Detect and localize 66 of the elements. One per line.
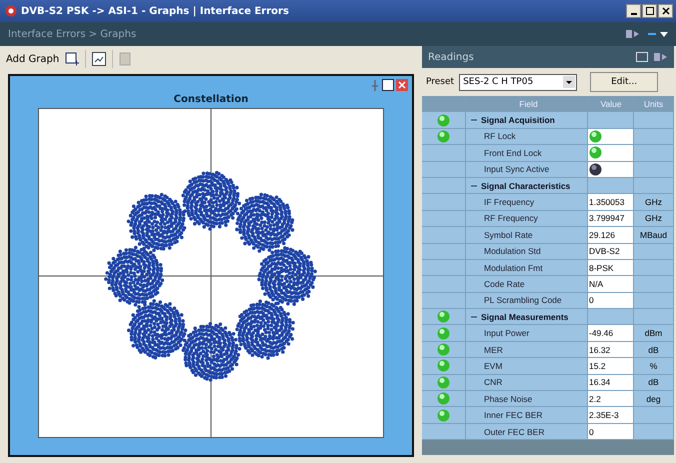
field-name: Code Rate [483,278,525,289]
preset-dropdown[interactable]: SES-2 C H TP05 [459,74,578,90]
close-icon [662,7,670,15]
value-cell: 0 [588,292,634,308]
value-cell: 15.2 [588,358,634,374]
edit-button[interactable]: Edit... [590,72,658,92]
units-cell: GHz [645,213,662,224]
panel-icon[interactable] [654,52,668,62]
value-cell: 8-PSK [588,260,634,276]
minimize-button[interactable] [626,4,641,18]
value-cell: 29.126 [588,227,634,243]
window-title: DVB-S2 PSK -> ASI-1 - Graphs | Interface Errors [21,6,290,16]
field-name: Outer FEC BER [483,426,544,436]
add-graph-button[interactable]: Add Graph [6,54,60,64]
value-cell: 3.799947 [588,210,634,226]
units-cell: dB [648,344,659,355]
group-heading: Signal Measurements [481,312,568,322]
panel-icon[interactable] [626,29,640,39]
value-cell: -49.46 [588,325,634,341]
window-icon[interactable] [382,79,394,91]
maximize-button[interactable] [642,4,657,18]
field-name: CNR [483,377,502,388]
units-cell: deg [646,394,661,404]
dropdown-icon[interactable] [648,29,668,39]
field-name: Symbol Rate [483,230,533,240]
field-name: PL Scrambling Code [483,295,562,306]
column-header: Value [588,96,634,112]
chart-icon[interactable] [92,52,106,66]
value-cell: N/A [588,276,634,292]
units-cell: GHz [645,197,662,208]
field-name: MER [483,344,503,355]
add-graph-icon[interactable] [65,52,80,66]
panel-title: Readings [428,52,475,62]
units-cell: dB [648,377,659,388]
maximize-icon [646,7,654,15]
group-heading: Signal Acquisition [481,115,555,126]
units-cell: dBm [644,328,662,338]
value-cell: DVB-S2 [588,244,634,259]
value-cell: 0 [588,424,634,440]
close-icon[interactable] [396,79,408,91]
close-button[interactable] [658,4,673,18]
field-name: Phase Noise [483,394,532,404]
group-heading: Signal Characteristics [481,180,570,191]
value-cell: 16.34 [588,374,634,390]
column-header: Units [634,96,674,112]
units-cell: % [650,360,658,371]
app-icon [5,5,17,17]
field-name: Inner FEC BER [483,410,543,420]
field-name: Modulation Fmt [483,262,543,273]
units-cell: MBaud [640,230,667,240]
field-name: IF Frequency [483,197,534,208]
field-name: Front End Lock [483,148,542,158]
value-cell: 16.32 [588,342,634,358]
field-name: RF Lock [483,131,516,142]
value-cell: 2.2 [588,391,634,406]
field-name: EVM [483,360,502,371]
column-header: Field [466,96,588,112]
field-name: RF Frequency [483,213,538,224]
field-name: Input Power [483,328,530,338]
caret-icon [563,76,576,88]
value-cell: 1.350053 [588,194,634,210]
field-name: Modulation Std [483,246,541,256]
value-cell: 2.35E-3 [588,407,634,423]
field-name: Input Sync Active [483,164,550,174]
preset-label: Preset [426,77,454,87]
graph-title: Constellation [174,94,248,107]
